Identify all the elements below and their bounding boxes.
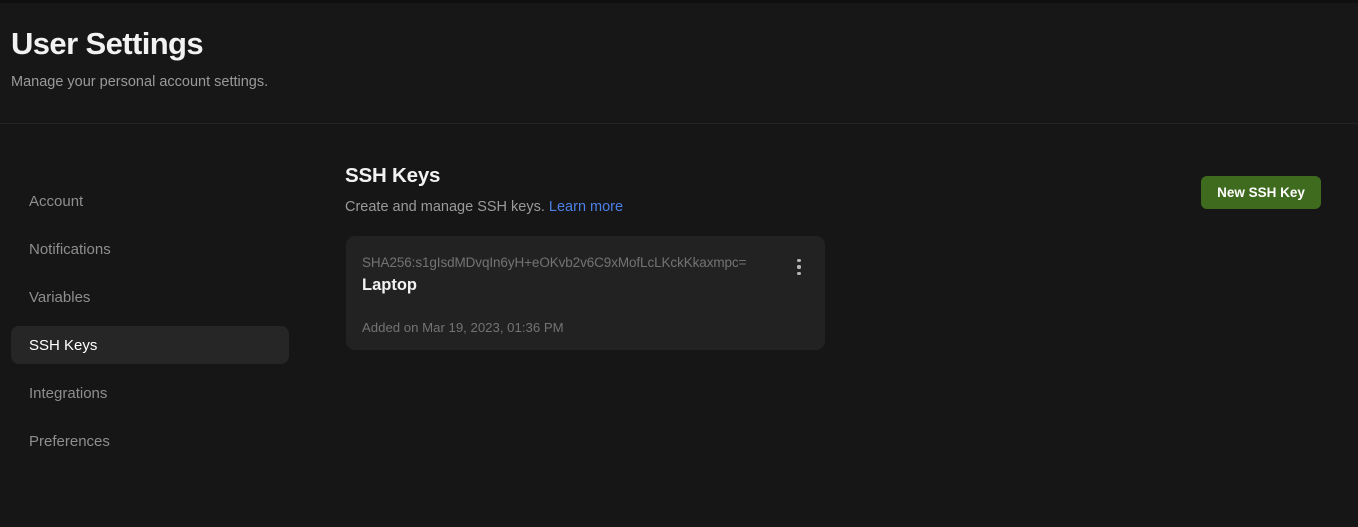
kebab-dot	[797, 272, 801, 276]
sidebar-item-label: Notifications	[29, 240, 111, 258]
sidebar-item-label: Variables	[29, 288, 91, 306]
sidebar-item-account[interactable]: Account	[11, 182, 289, 220]
page-subtitle: Manage your personal account settings.	[11, 74, 269, 90]
sidebar-item-notifications[interactable]: Notifications	[11, 230, 289, 268]
section-subtitle: Create and manage SSH keys. Learn more	[345, 199, 623, 216]
learn-more-link[interactable]: Learn more	[549, 199, 623, 215]
page-title: User Settings	[11, 26, 204, 61]
section-title: SSH Keys	[345, 164, 441, 187]
user-settings-page: User Settings Manage your personal accou…	[0, 0, 1358, 527]
ssh-key-added-date: Added on Mar 19, 2023, 01:36 PM	[362, 320, 564, 335]
ssh-key-fingerprint: SHA256:s1gIsdMDvqIn6yH+eOKvb2v6C9xMofLcL…	[362, 255, 747, 270]
sidebar-item-label: Preferences	[29, 432, 110, 450]
sidebar-item-ssh-keys[interactable]: SSH Keys	[11, 326, 289, 364]
sidebar-item-label: Account	[29, 192, 84, 210]
sidebar-item-label: Integrations	[29, 384, 108, 402]
kebab-dot	[797, 265, 801, 269]
kebab-dot	[797, 258, 801, 262]
ssh-key-card[interactable]: SHA256:s1gIsdMDvqIn6yH+eOKvb2v6C9xMofLcL…	[346, 236, 825, 350]
kebab-menu-icon[interactable]	[791, 255, 807, 279]
sidebar-item-preferences[interactable]: Preferences	[11, 422, 289, 460]
sidebar-item-integrations[interactable]: Integrations	[11, 374, 289, 412]
main-content: SSH Keys Create and manage SSH keys. Lea…	[300, 124, 1358, 527]
page-header: User Settings Manage your personal accou…	[0, 3, 1358, 124]
ssh-key-name: Laptop	[362, 276, 417, 294]
settings-sidebar: Account Notifications Variables SSH Keys…	[0, 124, 300, 527]
sidebar-item-label: SSH Keys	[29, 336, 98, 354]
new-ssh-key-button[interactable]: New SSH Key	[1201, 176, 1321, 209]
sidebar-item-variables[interactable]: Variables	[11, 278, 289, 316]
section-subtitle-text: Create and manage SSH keys.	[345, 199, 545, 215]
